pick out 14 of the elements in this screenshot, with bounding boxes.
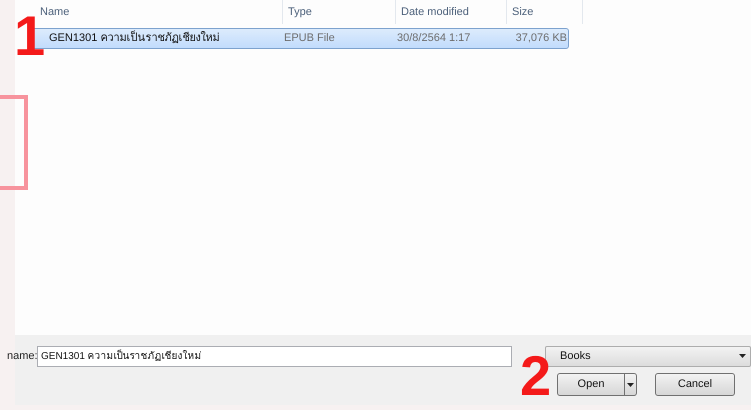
file-name: GEN1301 ความเป็นราชภัฏเชียงใหม่	[48, 30, 220, 46]
table-cell-text: 37,076 KB	[514, 31, 567, 46]
file-name-field[interactable]: GEN1301 ความเป็นราชภัฏเชียงใหม่	[37, 346, 512, 366]
caret-icon	[739, 354, 746, 358]
table-cell-text: EPUB File	[283, 31, 336, 46]
column-header[interactable]: Type	[283, 0, 396, 24]
table-cell-text: 30/8/2564 1:17	[396, 31, 472, 46]
caret-icon	[627, 382, 634, 386]
file-name-label: name:	[7, 348, 37, 364]
column-header[interactable]: Size	[507, 0, 583, 24]
column-header[interactable]: Date modified	[396, 0, 507, 24]
cancel-button[interactable]: Cancel	[655, 373, 735, 396]
column-header[interactable]: Name	[35, 0, 283, 24]
open-split-button[interactable]: Open	[557, 373, 637, 396]
